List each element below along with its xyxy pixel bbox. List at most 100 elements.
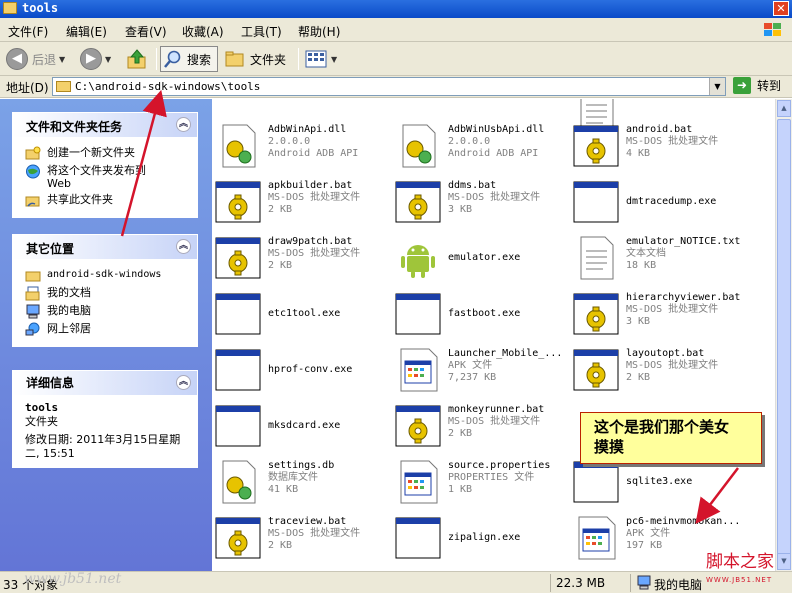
file-item[interactable]: draw9patch.bat MS-DOS 批处理文件 2 KB xyxy=(212,233,392,283)
callout-annotation: 这个是我们那个美女 摸摸 xyxy=(580,412,762,464)
scroll-thumb[interactable] xyxy=(777,119,791,559)
file-item[interactable]: android.bat MS-DOS 批处理文件 4 KB xyxy=(570,121,750,171)
file-meta: mksdcard.exe xyxy=(268,420,340,432)
task-share-folder[interactable]: 共享此文件夹 xyxy=(25,193,191,208)
batch-file-icon xyxy=(215,517,261,559)
views-button[interactable]: ▼ xyxy=(304,47,337,71)
file-name: draw9patch.bat xyxy=(268,236,353,247)
dropdown-caret-icon: ▼ xyxy=(331,54,338,64)
file-item[interactable]: traceview.bat MS-DOS 批处理文件 2 KB xyxy=(212,513,392,563)
places-panel: 其它位置 ︽ android-sdk-windows 我的文档 我的电脑 网上邻… xyxy=(12,234,198,347)
place-network[interactable]: 网上邻居 xyxy=(25,322,191,337)
go-button[interactable]: ➜ 转到 xyxy=(733,77,781,94)
file-item[interactable]: AdbWinApi.dll 2.0.0.0 Android ADB API xyxy=(212,121,392,171)
file-name: ddms.bat xyxy=(448,180,497,191)
file-meta: android.bat MS-DOS 批处理文件 4 KB xyxy=(626,124,718,160)
network-icon xyxy=(25,322,40,336)
file-item[interactable]: emulator_NOTICE.txt 文本文档 18 KB xyxy=(570,233,750,283)
menu-view[interactable]: 查看(V) xyxy=(125,23,167,40)
close-button[interactable]: ✕ xyxy=(773,1,789,16)
file-item[interactable]: emulator.exe xyxy=(392,233,572,283)
file-size: 18 KB xyxy=(626,260,657,271)
address-path: C:\android-sdk-windows\tools xyxy=(75,80,261,93)
collapse-chevron-icon[interactable]: ︽ xyxy=(176,117,191,132)
file-item[interactable]: sqlite3.exe xyxy=(570,457,750,507)
file-name: source.properties xyxy=(448,460,551,471)
dll-file-icon xyxy=(402,124,436,168)
file-item[interactable]: monkeyrunner.bat MS-DOS 批处理文件 2 KB xyxy=(392,401,572,451)
collapse-chevron-icon[interactable]: ︽ xyxy=(176,239,191,254)
forward-button[interactable]: ▶ ▼ xyxy=(80,47,111,71)
file-item[interactable]: hprof-conv.exe xyxy=(212,345,392,395)
folders-icon xyxy=(225,51,244,67)
address-input[interactable]: C:\android-sdk-windows\tools ▼ xyxy=(52,77,726,96)
file-item[interactable]: AdbWinUsbApi.dll 2.0.0.0 Android ADB API xyxy=(392,121,572,171)
file-name: zipalign.exe xyxy=(448,532,521,543)
menu-help[interactable]: 帮助(H) xyxy=(298,23,340,40)
places-panel-header[interactable]: 其它位置 ︽ xyxy=(13,235,197,259)
scroll-up-button[interactable]: ▲ xyxy=(777,100,791,117)
file-meta: pc6-meinvmomokan... APK 文件 197 KB xyxy=(626,516,740,552)
menu-edit[interactable]: 编辑(E) xyxy=(66,23,107,40)
place-android-sdk-windows[interactable]: android-sdk-windows xyxy=(25,268,191,283)
file-name: etc1tool.exe xyxy=(268,308,341,319)
folders-button[interactable]: 文件夹 xyxy=(224,47,286,71)
menu-favorites[interactable]: 收藏(A) xyxy=(182,23,224,40)
tasks-panel-header[interactable]: 文件和文件夹任务 ︽ xyxy=(13,113,197,137)
status-divider xyxy=(550,574,551,592)
file-item[interactable]: ddms.bat MS-DOS 批处理文件 3 KB xyxy=(392,177,572,227)
search-button[interactable]: 搜索 xyxy=(160,46,219,72)
file-meta: etc1tool.exe xyxy=(268,308,340,320)
place-my-documents[interactable]: 我的文档 xyxy=(25,286,191,301)
details-panel-header[interactable]: 详细信息 ︽ xyxy=(13,371,197,395)
batch-file-icon xyxy=(395,405,441,447)
menu-tools[interactable]: 工具(T) xyxy=(241,23,282,40)
details-modified: 修改日期: 2011年3月15日星期二, 15:51 xyxy=(25,433,181,460)
file-name: dmtracedump.exe xyxy=(626,196,717,207)
folder-icon xyxy=(25,271,41,282)
file-item[interactable]: Launcher_Mobile_... APK 文件 7,237 KB xyxy=(392,345,572,395)
exe-file-icon xyxy=(395,517,441,559)
file-list[interactable]: 1 KBAdbWinApi.dll2.0.0.0Android ADB APIA… xyxy=(212,99,775,571)
share-folder-icon xyxy=(25,196,40,207)
file-type: MS-DOS 批处理文件 xyxy=(626,136,719,147)
file-name: monkeyrunner.bat xyxy=(448,404,545,415)
details-name: tools xyxy=(25,401,59,414)
exe-file-icon xyxy=(215,293,261,335)
file-size: Android ADB API xyxy=(448,148,539,159)
task-pane: 文件和文件夹任务 ︽ 创建一个新文件夹 将这个文件夹发布到 Web 共享此文件夹… xyxy=(0,99,212,571)
folder-icon xyxy=(3,2,17,14)
file-type: 数据库文件 xyxy=(268,472,318,483)
file-meta: sqlite3.exe xyxy=(626,476,692,488)
collapse-chevron-icon[interactable]: ︽ xyxy=(176,375,191,390)
task-publish-web[interactable]: 将这个文件夹发布到 Web xyxy=(25,164,191,190)
file-item[interactable]: dmtracedump.exe xyxy=(570,177,750,227)
address-dropdown-button[interactable]: ▼ xyxy=(709,78,725,95)
file-item[interactable]: layoutopt.bat MS-DOS 批处理文件 2 KB xyxy=(570,345,750,395)
file-item[interactable]: fastboot.exe xyxy=(392,289,572,339)
file-meta: zipalign.exe xyxy=(448,532,520,544)
file-type: APK 文件 xyxy=(448,360,493,371)
up-folder-button[interactable] xyxy=(126,47,148,71)
file-type: 文本文档 xyxy=(626,248,666,259)
status-size: 22.3 MB xyxy=(556,576,606,590)
scroll-down-button[interactable]: ▼ xyxy=(777,553,791,570)
file-item[interactable]: hierarchyviewer.bat MS-DOS 批处理文件 3 KB xyxy=(570,289,750,339)
file-item[interactable]: zipalign.exe xyxy=(392,513,572,563)
file-item[interactable]: settings.db 数据库文件 41 KB xyxy=(212,457,392,507)
file-item[interactable]: etc1tool.exe xyxy=(212,289,392,339)
place-my-computer[interactable]: 我的电脑 xyxy=(25,304,191,319)
forward-arrow-icon: ▶ xyxy=(80,48,102,70)
vertical-scrollbar[interactable]: ▲ ▼ xyxy=(775,99,792,571)
file-name: fastboot.exe xyxy=(448,308,521,319)
back-button[interactable]: ◀ 后退 ▼ xyxy=(6,47,65,71)
file-meta: apkbuilder.bat MS-DOS 批处理文件 2 KB xyxy=(268,180,360,216)
menu-file[interactable]: 文件(F) xyxy=(8,23,48,40)
task-new-folder[interactable]: 创建一个新文件夹 xyxy=(25,146,191,161)
file-item[interactable]: source.properties PROPERTIES 文件 1 KB xyxy=(392,457,572,507)
file-item[interactable]: mksdcard.exe xyxy=(212,401,392,451)
dropdown-caret-icon: ▼ xyxy=(105,54,112,64)
details-type: 文件夹 xyxy=(25,415,58,428)
file-item[interactable]: apkbuilder.bat MS-DOS 批处理文件 2 KB xyxy=(212,177,392,227)
batch-file-icon xyxy=(215,237,261,279)
